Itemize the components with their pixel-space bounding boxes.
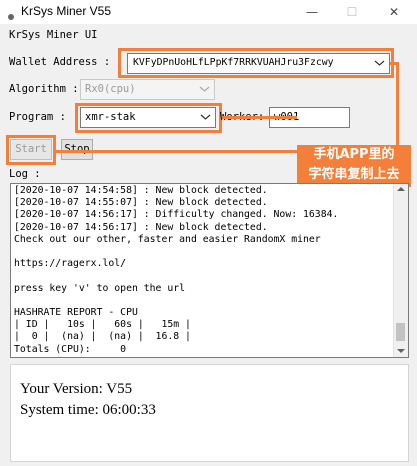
status-panel: Your Version: V55 System time: 06:00:33 (10, 364, 409, 462)
wallet-address-dropdown[interactable]: KVFyDPnUoHLfLPpKf7RRKVUAHJru3Fzcwy (127, 53, 390, 74)
program-dropdown[interactable]: xmr-stak (80, 107, 216, 128)
program-value: xmr-stak (85, 111, 136, 123)
chevron-down-icon[interactable] (199, 82, 210, 99)
close-button[interactable]: ✕ (374, 0, 414, 24)
chevron-down-icon[interactable] (374, 56, 385, 73)
start-button[interactable]: Start (10, 139, 52, 160)
callout-connector (56, 150, 297, 153)
log-output[interactable]: [2020-10-07 14:54:58] : New block detect… (10, 183, 409, 358)
version-text: Your Version: V55 (20, 381, 133, 397)
maximize-button[interactable]: ☐ (332, 0, 372, 24)
chevron-down-icon[interactable] (200, 110, 211, 127)
callout-connector (396, 62, 399, 147)
log-scrollbar[interactable] (393, 184, 408, 357)
wallet-label: Wallet Address : (9, 56, 111, 68)
algorithm-value: Rx0(cpu) (85, 83, 136, 95)
callout-connector (222, 116, 297, 119)
scroll-down-arrow[interactable] (397, 347, 405, 357)
app-icon (6, 7, 16, 20)
system-time-text: System time: 06:00:33 (20, 402, 156, 418)
window-title: KrSys Miner V55 (21, 4, 112, 18)
minimize-button[interactable]: — (292, 0, 332, 24)
program-label: Program : (9, 111, 66, 123)
wallet-address-value: KVFyDPnUoHLfLPpKf7RRKVUAHJru3Fzcwy (133, 57, 334, 68)
scroll-thumb[interactable] (396, 323, 405, 341)
log-label: Log : (9, 168, 41, 180)
app-header: KrSys Miner UI (9, 29, 98, 41)
algorithm-dropdown[interactable]: Rx0(cpu) (80, 79, 215, 100)
algorithm-label: Algorithm : (9, 83, 79, 95)
annotation-callout: 手机APP里的 字符串复制上去 (297, 145, 411, 187)
scroll-up-arrow[interactable] (397, 185, 405, 195)
log-text: [2020-10-07 14:54:58] : New block detect… (14, 185, 339, 355)
